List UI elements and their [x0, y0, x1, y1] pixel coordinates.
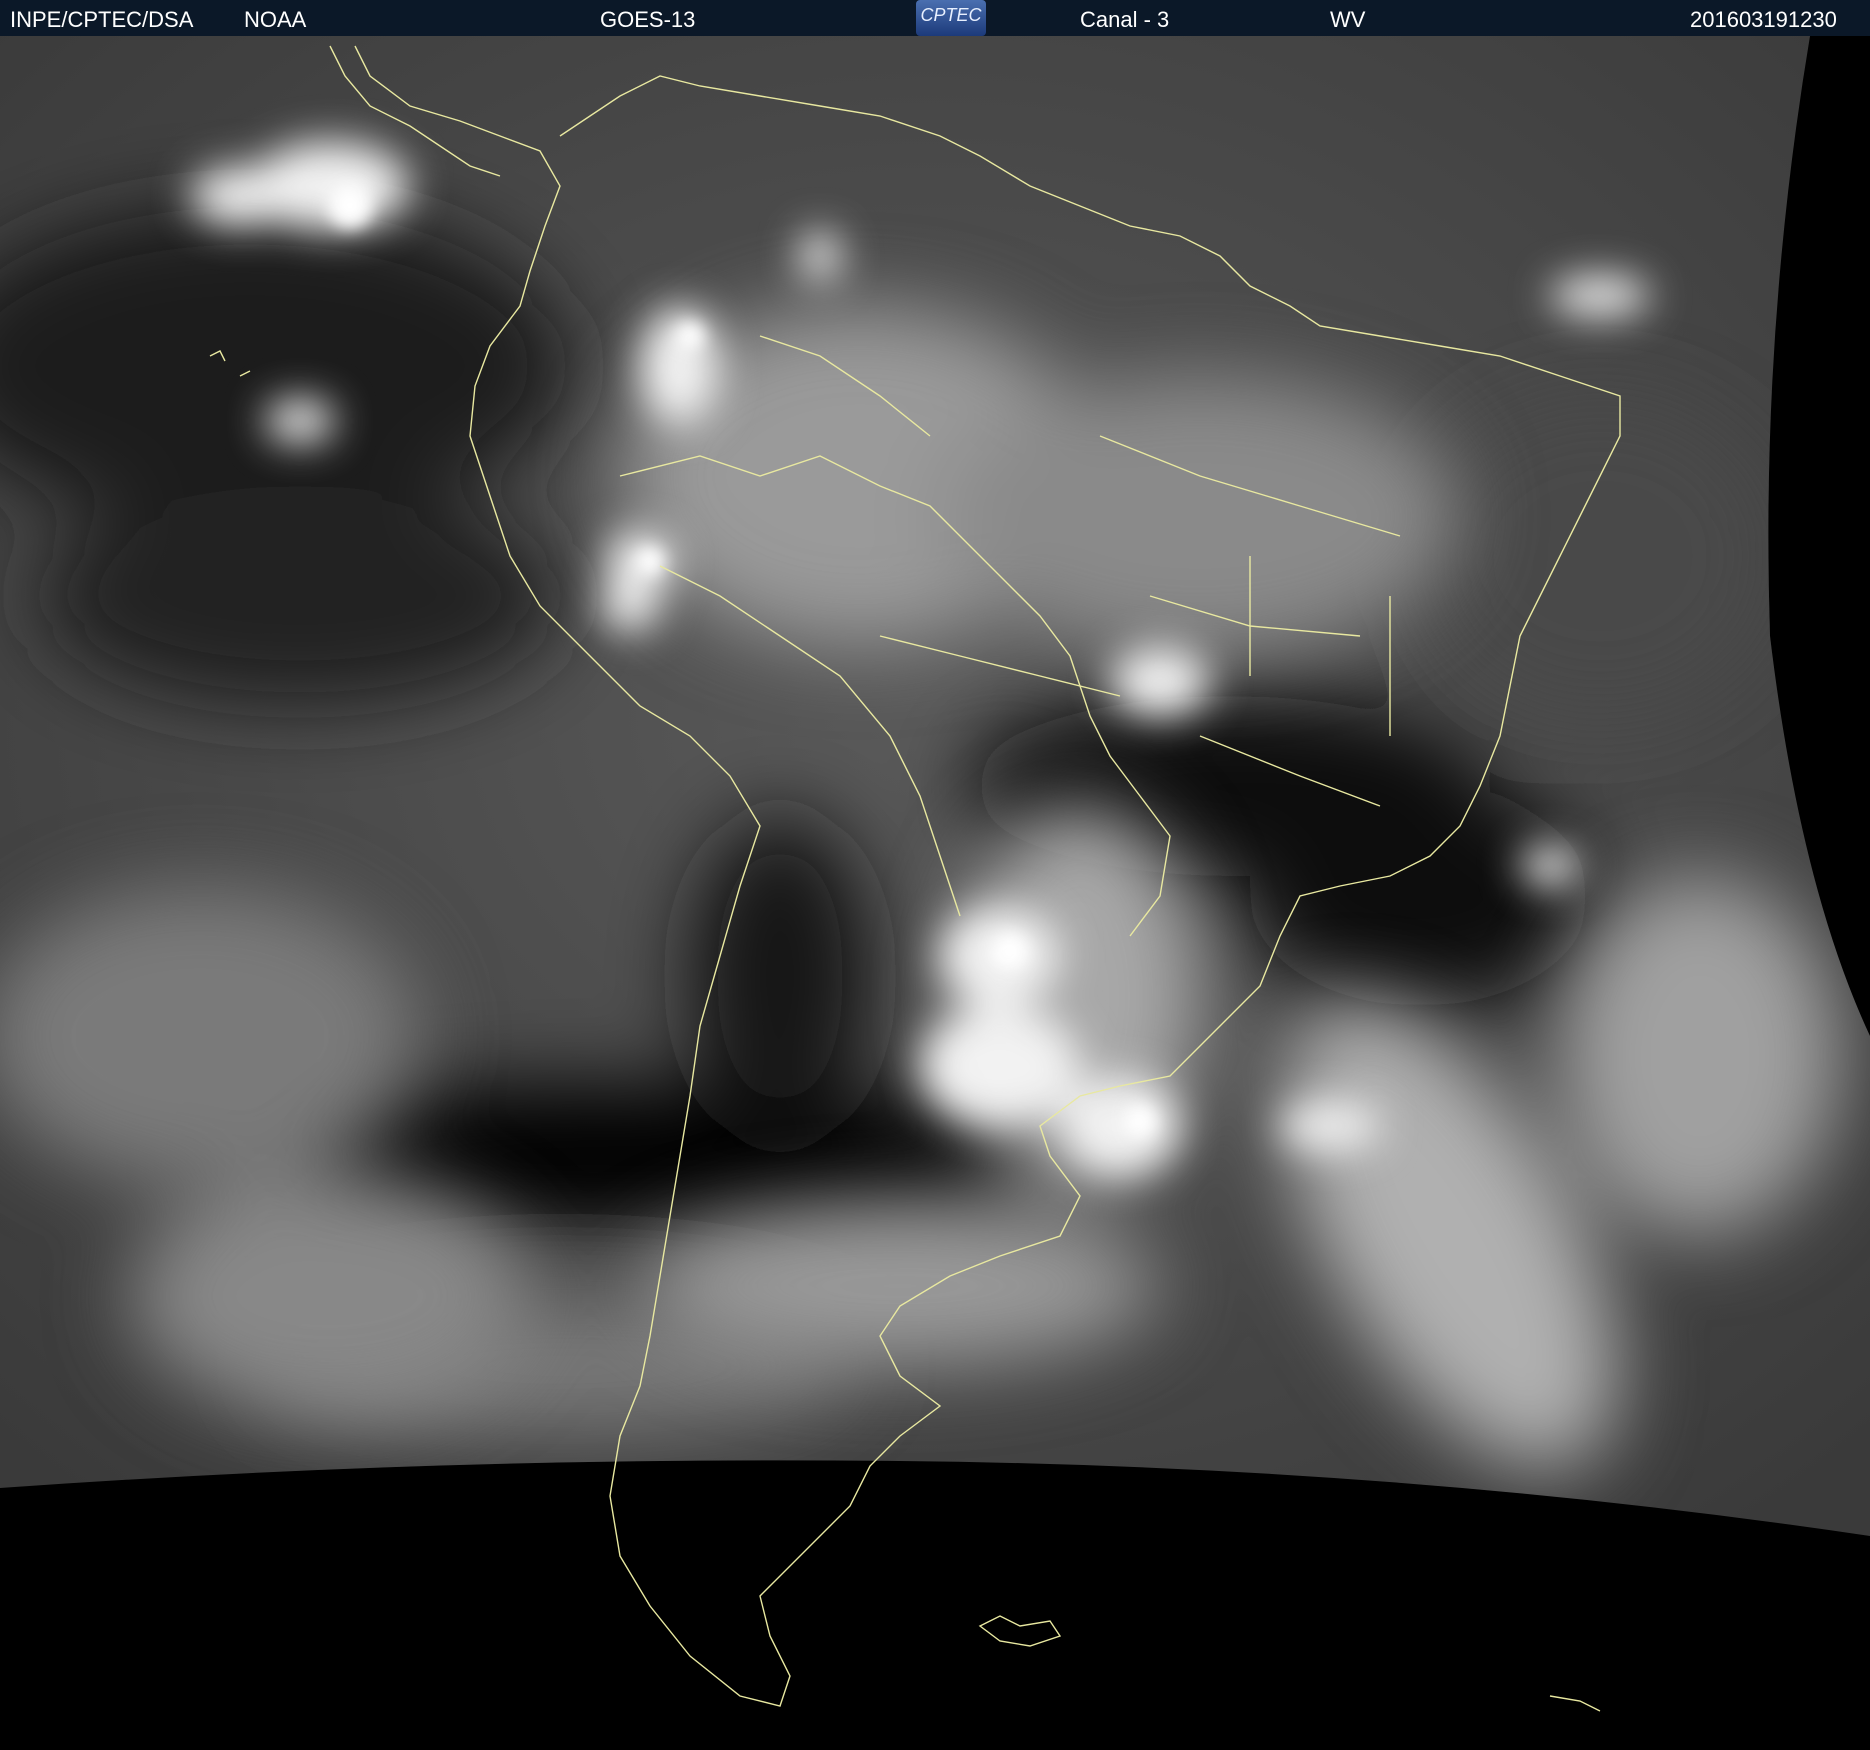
image-header-bar: INPE/CPTEC/DSA NOAA GOES-13 CPTEC Canal …: [0, 0, 1870, 36]
timestamp-label: 201603191230: [1690, 7, 1837, 32]
source-label: INPE/CPTEC/DSA: [10, 7, 194, 32]
cptec-logo-text: CPTEC: [920, 5, 982, 25]
satellite-label: GOES-13: [600, 7, 696, 32]
agency-label: NOAA: [244, 7, 307, 32]
water-vapor-imagery: [0, 36, 1870, 1536]
satellite-map: [0, 36, 1870, 1750]
channel-label: Canal - 3: [1080, 7, 1170, 32]
cptec-logo: CPTEC: [916, 0, 986, 36]
band-label: WV: [1330, 7, 1366, 32]
